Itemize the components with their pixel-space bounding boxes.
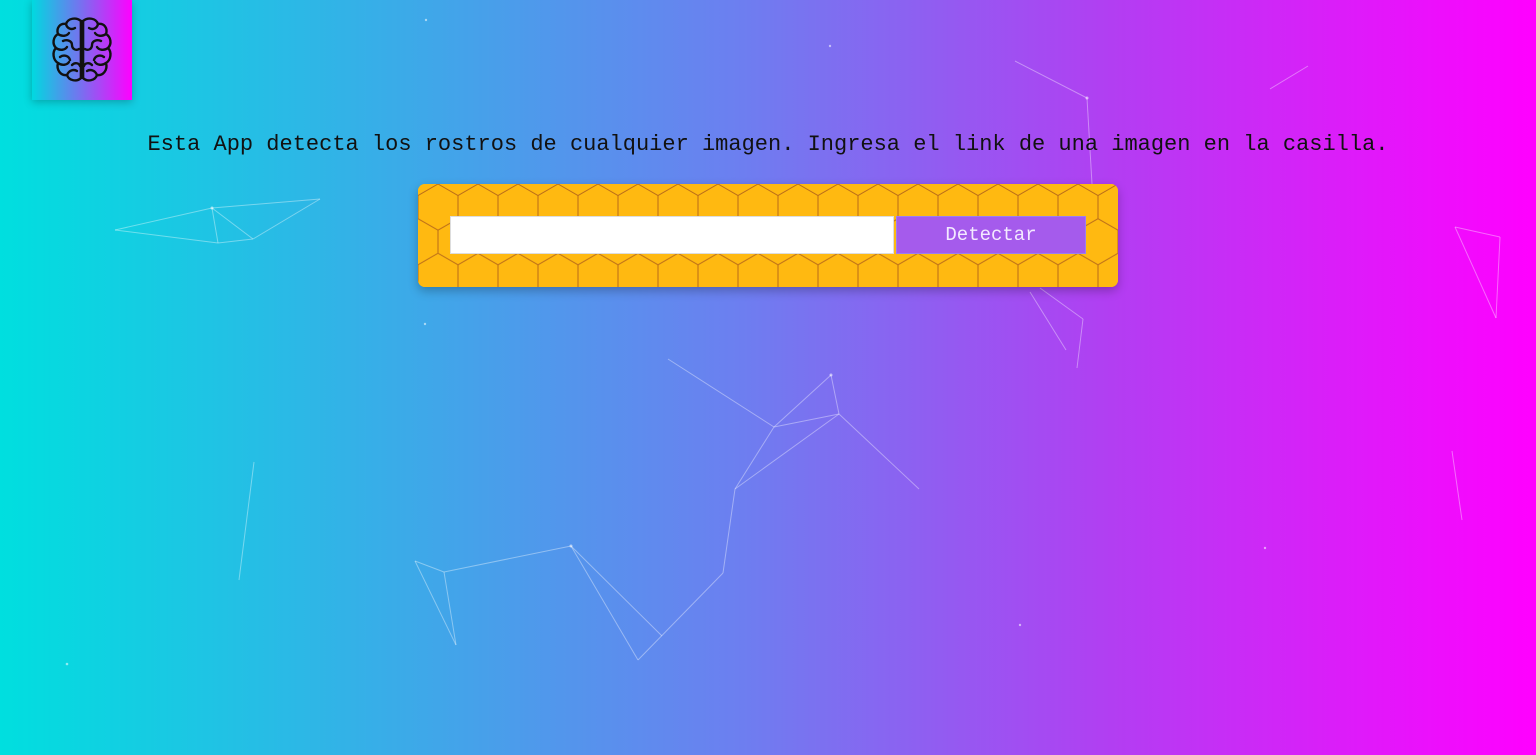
image-url-form: Detectar — [418, 184, 1118, 287]
intro-text: Esta App detecta los rostros de cualquie… — [147, 132, 1389, 157]
particles-background — [65, 18, 1501, 666]
brain-icon — [52, 17, 112, 82]
image-url-input[interactable] — [450, 216, 894, 254]
detect-button[interactable]: Detectar — [896, 216, 1086, 254]
logo — [32, 0, 132, 100]
